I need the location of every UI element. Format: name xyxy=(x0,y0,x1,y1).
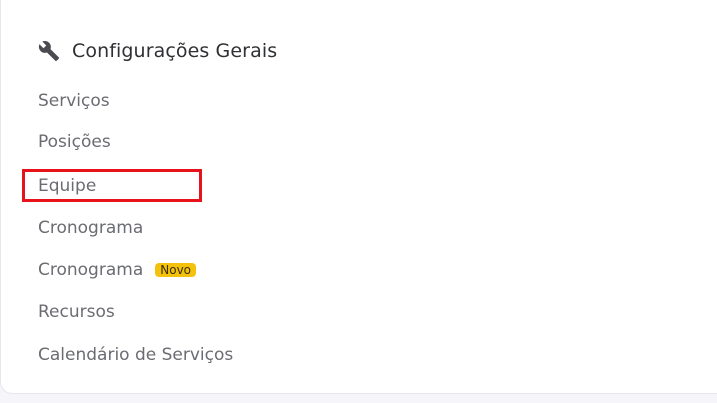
menu-item-posicoes[interactable]: Posições xyxy=(38,130,111,154)
menu-item-label: Posições xyxy=(38,132,111,152)
menu-item-label: Serviços xyxy=(38,91,110,111)
wrench-icon xyxy=(38,40,60,62)
menu-item-label: Cronograma xyxy=(38,218,144,238)
section-header: Configurações Gerais xyxy=(38,38,277,64)
new-badge: Novo xyxy=(155,263,197,277)
menu-item-label: Equipe xyxy=(38,176,97,196)
menu-item-equipe[interactable]: Equipe xyxy=(38,174,96,198)
section-title: Configurações Gerais xyxy=(72,40,278,62)
menu-item-label: Calendário de Serviços xyxy=(38,345,234,365)
menu-item-cronograma[interactable]: Cronograma xyxy=(38,216,143,240)
menu-item-servicos[interactable]: Serviços xyxy=(38,89,110,113)
menu-item-calendario-de-servicos[interactable]: Calendário de Serviços xyxy=(38,343,233,367)
menu-item-cronograma-novo[interactable]: Cronograma Novo xyxy=(38,258,197,282)
menu-item-recursos[interactable]: Recursos xyxy=(38,300,115,324)
menu-item-label: Recursos xyxy=(38,302,115,322)
menu-item-label: Cronograma xyxy=(38,260,144,280)
